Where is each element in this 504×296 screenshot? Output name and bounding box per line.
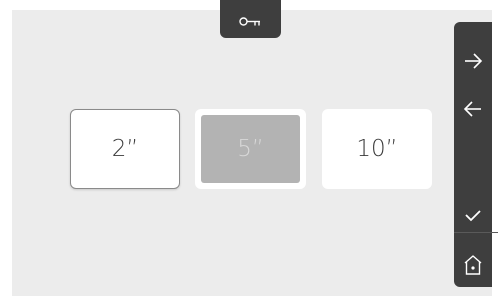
option-5-selected-fill: 5” — [201, 115, 300, 183]
option-2-label: 2” — [111, 136, 139, 162]
forward-button[interactable] — [454, 44, 492, 78]
option-2-inch-button[interactable]: 2” — [70, 109, 180, 189]
home-icon — [464, 255, 482, 275]
arrow-right-icon — [465, 53, 483, 69]
home-button[interactable] — [454, 248, 492, 282]
option-5-label: 5” — [237, 136, 264, 162]
option-10-label: 10” — [356, 136, 398, 162]
confirm-button[interactable] — [454, 198, 492, 232]
back-button[interactable] — [454, 92, 492, 126]
arrow-left-icon — [463, 101, 481, 117]
key-icon — [239, 17, 260, 26]
main-screen: 2” 5” 10” — [12, 0, 498, 296]
check-icon — [465, 210, 481, 222]
key-tab[interactable] — [220, 0, 281, 38]
sidebar-divider — [454, 232, 498, 233]
option-5-inch-button[interactable]: 5” — [195, 109, 306, 189]
option-10-inch-button[interactable]: 10” — [322, 109, 432, 189]
sidebar — [454, 22, 498, 287]
